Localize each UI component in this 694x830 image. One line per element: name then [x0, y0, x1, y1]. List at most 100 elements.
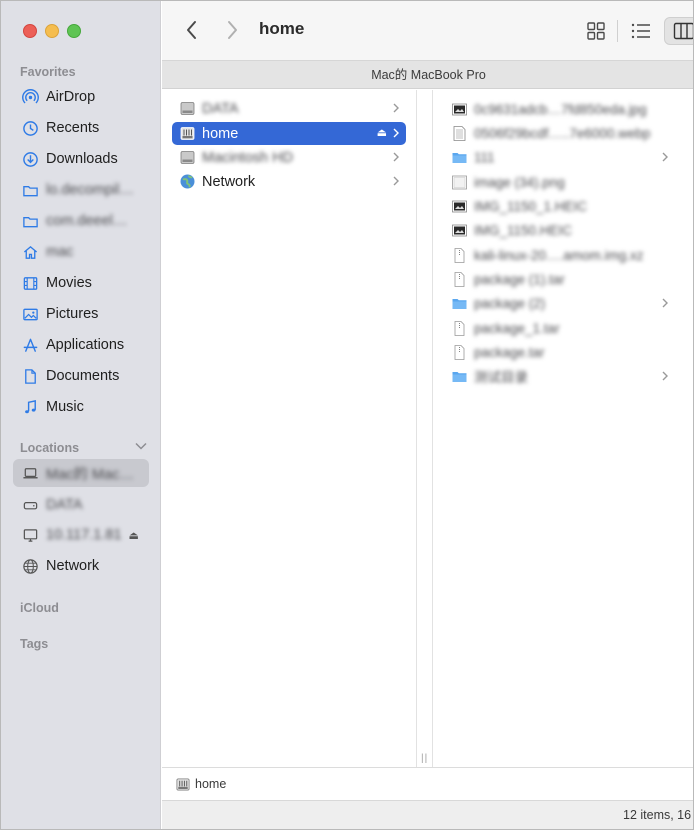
file-name: 测试目录	[474, 370, 528, 385]
sidebar-item-label: lo.decompil…	[46, 182, 134, 198]
grid-icon	[587, 22, 605, 40]
sidebar-item-label: Documents	[46, 368, 120, 384]
sidebar-item-label: Downloads	[46, 151, 118, 167]
forward-button[interactable]	[222, 18, 242, 42]
sidebar-item-music[interactable]: Music	[13, 393, 149, 421]
sidebar-item-label: 10.117.1.81	[46, 527, 122, 543]
sidebar-item-airdrop[interactable]: AirDrop	[13, 83, 149, 111]
network-drive-icon	[175, 776, 191, 792]
file-name: 0c9631adcb…7fd850eda.jpg	[474, 101, 647, 117]
sidebar-item-label: mac	[46, 244, 74, 260]
sidebar-item-label: Network	[46, 558, 100, 574]
sidebar-item-home[interactable]: mac	[13, 238, 149, 266]
file-item[interactable]: 0506f29bcdf…..7e6000.webp	[451, 122, 691, 144]
clock-icon	[21, 119, 39, 137]
file-item[interactable]: package (1).tar	[451, 268, 691, 290]
status-bar: 12 items, 16	[162, 800, 693, 829]
file-item[interactable]: package_1.tar	[451, 317, 691, 339]
list-icon	[631, 23, 650, 39]
columns-icon	[673, 22, 693, 40]
sidebar-item-applications[interactable]: Applications	[13, 331, 149, 359]
column-item-label: home	[202, 125, 239, 142]
sidebar-item-documents[interactable]: Documents	[13, 362, 149, 390]
file-name: package (2)	[474, 295, 546, 311]
film-icon	[21, 274, 39, 292]
icloud-heading: iCloud	[20, 601, 59, 615]
list-view-button[interactable]	[626, 17, 656, 45]
chevron-right-icon	[662, 298, 668, 308]
file-icon	[451, 320, 468, 337]
chevron-down-icon[interactable]	[134, 439, 148, 453]
download-icon	[21, 150, 39, 168]
window-title: home	[259, 19, 305, 38]
icon-view-button[interactable]	[581, 17, 611, 45]
column-item-label: Macintosh HD	[202, 149, 294, 166]
favorites-heading: Favorites	[20, 65, 76, 79]
hard-disk-icon	[179, 149, 196, 166]
sidebar-item-movies[interactable]: Movies	[13, 269, 149, 297]
folder-item[interactable]: package (2)	[451, 292, 691, 314]
sidebar-item-label: Music	[46, 399, 84, 415]
sidebar-item-network[interactable]: Network	[13, 552, 149, 580]
eject-icon[interactable]: ⏏	[377, 126, 387, 139]
file-name: IMG_1150_1.HEIC	[474, 198, 588, 214]
column-view-button[interactable]	[664, 17, 693, 45]
file-name: package (1).tar	[474, 271, 565, 287]
sidebar-item-this-mac[interactable]: Mac的 Mac…	[13, 459, 149, 487]
file-item[interactable]: kali-linux-20….amom.img.xz	[451, 244, 691, 266]
minimize-window-button[interactable]	[45, 24, 59, 38]
sidebar-item-label: Mac的 Mac…	[46, 466, 134, 483]
column-divider[interactable]	[417, 90, 432, 767]
file-item[interactable]: IMG_1150.HEIC	[451, 219, 691, 241]
path-bar-item-home[interactable]: home	[195, 777, 226, 791]
applications-icon	[21, 336, 39, 354]
image-file-icon	[451, 198, 468, 215]
image-file-icon	[451, 174, 468, 191]
network-drive-icon	[179, 125, 196, 142]
chevron-right-icon	[393, 152, 399, 162]
column-resize-handle[interactable]: ||	[421, 753, 428, 764]
folder-icon	[451, 295, 468, 312]
document-icon	[21, 367, 39, 385]
column-item-macintosh-hd[interactable]: Macintosh HD	[172, 146, 406, 169]
sidebar-item-folder-2[interactable]: com.deeel…	[13, 207, 149, 235]
sidebar-item-data-drive[interactable]: DATA	[13, 491, 149, 519]
sidebar-item-recents[interactable]: Recents	[13, 114, 149, 142]
column-item-data[interactable]: DATA	[172, 97, 406, 120]
folder-item[interactable]: 111	[451, 146, 691, 168]
network-globe-icon	[179, 173, 196, 190]
chevron-right-icon	[662, 152, 668, 162]
zoom-window-button[interactable]	[67, 24, 81, 38]
column-item-network[interactable]: Network	[172, 170, 406, 193]
chevron-right-icon	[393, 103, 399, 113]
sidebar: Favorites AirDrop Recents Downloads lo.d…	[1, 1, 161, 829]
display-icon	[21, 526, 39, 544]
eject-icon[interactable]: ⏏	[129, 529, 139, 542]
status-text: 12 items, 16	[623, 808, 692, 822]
column-item-label: DATA	[202, 100, 239, 117]
file-icon	[451, 271, 468, 288]
file-icon	[451, 344, 468, 361]
back-button[interactable]	[182, 18, 202, 42]
column-item-home[interactable]: home ⏏	[172, 122, 406, 145]
folder-item[interactable]: 测试目录	[451, 365, 691, 387]
sidebar-item-downloads[interactable]: Downloads	[13, 145, 149, 173]
file-name: 111	[474, 149, 495, 165]
file-item[interactable]: package.tar	[451, 341, 691, 363]
home-icon	[21, 243, 39, 261]
sidebar-item-label: Applications	[46, 337, 125, 353]
chevron-right-icon	[393, 128, 399, 138]
airdrop-icon	[21, 88, 39, 106]
sidebar-item-label: com.deeel…	[46, 213, 128, 229]
file-name: package.tar	[474, 344, 545, 360]
file-item[interactable]: 0c9631adcb…7fd850eda.jpg	[451, 98, 691, 120]
sidebar-item-pictures[interactable]: Pictures	[13, 300, 149, 328]
close-window-button[interactable]	[23, 24, 37, 38]
hard-disk-icon	[179, 100, 196, 117]
file-item[interactable]: IMG_1150_1.HEIC	[451, 195, 691, 217]
location-header: Mac的 MacBook Pro	[162, 61, 693, 89]
file-item[interactable]: image (34).png	[451, 171, 691, 193]
sidebar-item-folder-1[interactable]: lo.decompil…	[13, 176, 149, 204]
laptop-icon	[21, 464, 39, 482]
sidebar-item-server[interactable]: 10.117.1.81 ⏏	[13, 521, 149, 549]
